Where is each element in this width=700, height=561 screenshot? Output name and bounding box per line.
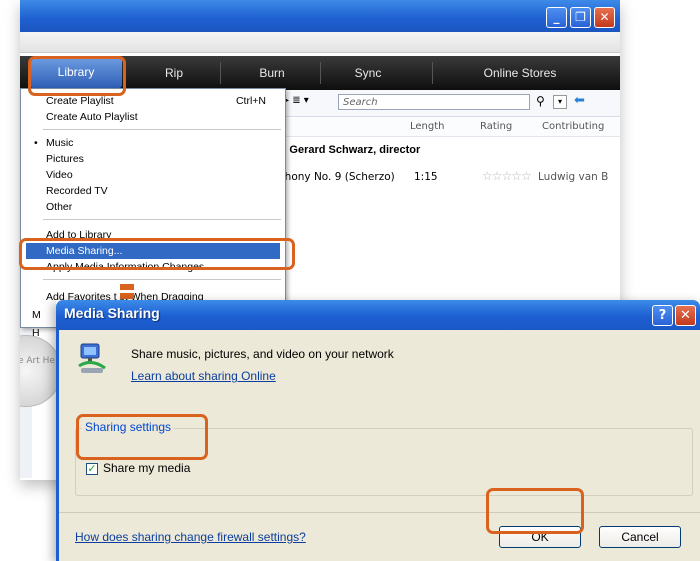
checkbox-label[interactable]: Share my media (103, 461, 190, 475)
dialog-description: Share music, pictures, and video on your… (131, 347, 394, 361)
nav-divider (220, 62, 221, 84)
bullet-icon: • (34, 137, 38, 149)
column-contributing[interactable]: Contributing (542, 121, 604, 132)
track-artist: Ludwig van B (538, 171, 609, 183)
menu-item-video[interactable]: Video (26, 167, 280, 183)
rating-stars[interactable]: ☆☆☆☆☆ (482, 169, 532, 183)
menu-strip (20, 32, 620, 53)
menu-item-label: Create Playlist (46, 95, 114, 107)
search-input[interactable]: Search (338, 94, 530, 110)
dialog-close-button[interactable]: ✕ (675, 305, 696, 326)
nav-divider (320, 62, 321, 84)
network-sharing-icon (78, 343, 106, 373)
menu-item-label: Other (46, 201, 73, 213)
learn-about-sharing-link[interactable]: Learn about sharing Online (131, 369, 276, 383)
menu-separator (43, 219, 281, 220)
highlight-share-checkbox (76, 414, 208, 460)
back-arrow-icon[interactable]: ⬅ (574, 93, 585, 108)
column-rating[interactable]: Rating (480, 121, 512, 132)
dialog-title: Media Sharing (64, 305, 160, 321)
menu-item-label: Video (46, 169, 73, 181)
menu-separator (43, 279, 281, 280)
menu-item-label: Music (46, 137, 74, 149)
search-icon[interactable]: ⚲ (536, 94, 545, 108)
menu-item-other[interactable]: Other (26, 199, 280, 215)
library-menu: Create Playlist Ctrl+N Create Auto Playl… (20, 88, 286, 339)
help-button[interactable]: ? (652, 305, 673, 326)
album-header: y. Gerard Schwarz, director (278, 144, 421, 156)
tab-burn[interactable]: Burn (242, 56, 302, 90)
column-length[interactable]: Length (410, 121, 445, 132)
menu-item-pictures[interactable]: Pictures (26, 151, 280, 167)
view-options-icon[interactable]: ▸ ≣ ▾ (284, 95, 309, 106)
menu-item-label: M (32, 309, 41, 321)
menu-item-create-auto-playlist[interactable]: Create Auto Playlist (26, 109, 280, 125)
highlight-media-sharing-item (19, 238, 295, 270)
menu-separator (43, 129, 281, 130)
cancel-button[interactable]: Cancel (599, 526, 681, 548)
tab-online-stores[interactable]: Online Stores (460, 56, 580, 90)
dialog-divider (59, 512, 700, 513)
close-button[interactable]: ✕ (594, 7, 615, 28)
share-my-media-checkbox[interactable]: ✓ (86, 463, 98, 475)
nav-divider (432, 62, 433, 84)
minimize-button[interactable]: _ (546, 7, 567, 28)
menu-item-label: Recorded TV (46, 185, 108, 197)
track-length: 1:15 (414, 171, 438, 183)
restore-button[interactable]: ❐ (570, 7, 591, 28)
menu-item-recorded-tv[interactable]: Recorded TV (26, 183, 280, 199)
menu-item-shortcut: Ctrl+N (235, 95, 266, 107)
menu-item-label: Pictures (46, 153, 84, 165)
highlight-ok-button (486, 488, 584, 534)
track-title: phony No. 9 (Scherzo) (278, 171, 395, 183)
highlight-library-tab (28, 56, 126, 96)
search-dropdown[interactable]: ▾ (553, 95, 567, 109)
media-player-titlebar: _ ❐ ✕ (20, 0, 620, 32)
firewall-settings-link[interactable]: How does sharing change firewall setting… (75, 530, 306, 544)
album-art-label: e Art He (20, 356, 55, 366)
tab-rip[interactable]: Rip (144, 56, 204, 90)
dialog-titlebar: Media Sharing ? ✕ (56, 300, 700, 330)
menu-item-music[interactable]: • Music (26, 135, 280, 151)
menu-item-label: H (32, 327, 40, 339)
menu-item-label: Create Auto Playlist (46, 111, 138, 123)
tab-sync[interactable]: Sync (338, 56, 398, 90)
